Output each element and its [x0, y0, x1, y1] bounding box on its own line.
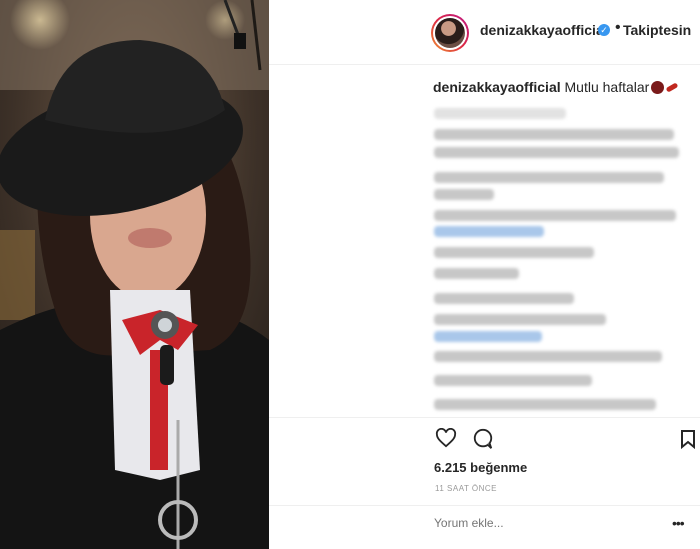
comment-icon[interactable]: [472, 428, 494, 455]
post-photo[interactable]: [0, 0, 269, 549]
comment-divider: [269, 505, 700, 506]
blurred-comment: [434, 399, 656, 410]
avatar[interactable]: [431, 14, 469, 52]
caption-username[interactable]: denizakkayaofficial: [433, 79, 561, 95]
more-options-icon[interactable]: •••: [672, 515, 685, 531]
blurred-comment-mention: [434, 331, 542, 342]
blurred-comment: [434, 189, 494, 200]
actions-divider: [269, 417, 700, 418]
likes-count[interactable]: 6.215 beğenme: [434, 460, 527, 475]
blurred-comment: [434, 351, 662, 362]
blurred-load-more-comments[interactable]: [434, 108, 566, 119]
blurred-comment-mention: [434, 226, 544, 237]
blurred-comment: [434, 268, 519, 279]
blurred-comment: [434, 314, 606, 325]
caption-text: Mutlu haftalar: [564, 79, 650, 95]
heart-icon[interactable]: [435, 427, 457, 453]
blurred-comment: [434, 172, 664, 183]
blurred-comment: [434, 375, 592, 386]
post-timestamp[interactable]: 11 SAAT ÖNCE: [435, 484, 497, 493]
caption: denizakkayaofficial Mutlu haftalar: [433, 79, 679, 95]
bookmark-icon[interactable]: [680, 429, 696, 454]
blurred-comment: [434, 293, 574, 304]
separator-dot: •: [615, 19, 621, 36]
chili-pepper-emoji-icon: [665, 82, 679, 93]
verified-badge-icon: ✓: [598, 24, 610, 36]
post-image: [0, 0, 269, 549]
avatar-image: [435, 18, 465, 48]
devil-emoji-icon: [651, 81, 665, 94]
comment-input[interactable]: [434, 516, 634, 530]
blurred-comment: [434, 247, 594, 258]
blurred-comment: [434, 210, 676, 221]
avatar-ring: [433, 16, 467, 50]
blurred-comment: [434, 129, 674, 140]
blurred-comment: [434, 147, 679, 158]
follow-status-button[interactable]: Takiptesin: [623, 22, 691, 38]
username[interactable]: denizakkayaofficial: [480, 22, 608, 38]
